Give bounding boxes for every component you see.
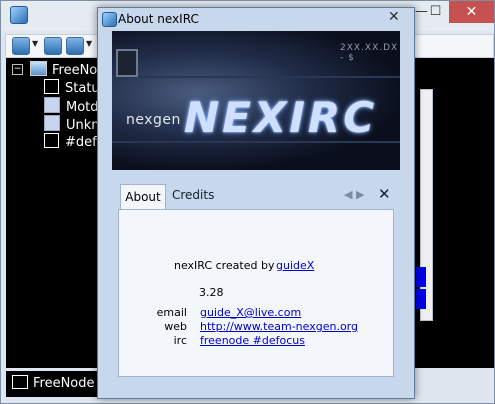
tree-item-motd[interactable]: Motd <box>44 97 99 115</box>
settings-icon[interactable] <box>44 37 62 55</box>
window-icon <box>44 79 59 94</box>
about-content: nexIRC created by guideX 3.28 email guid… <box>118 209 394 377</box>
version-text: 3.28 <box>199 286 224 299</box>
document-icon <box>44 97 60 113</box>
tab-strip: About Credits ◀ ▶ ✕ <box>112 180 400 211</box>
document-icon <box>44 115 60 131</box>
irc-link[interactable]: freenode #defocus <box>200 334 305 347</box>
tab-close-icon[interactable]: ✕ <box>378 185 391 203</box>
irc-label: irc <box>173 334 187 347</box>
app-icon <box>102 12 117 27</box>
tab-prev-icon[interactable]: ◀ <box>344 188 352 201</box>
about-dialog: About nexIRC ✕ 2XX.XX.DX - $ nexgen NEXI… <box>97 7 415 399</box>
tab-scroll-icons[interactable]: ◀ ▶ <box>344 188 364 201</box>
tab-credits[interactable]: Credits <box>172 188 214 202</box>
maximize-button[interactable]: ☐ <box>422 1 449 23</box>
channels-icon[interactable] <box>66 37 84 55</box>
web-link[interactable]: http://www.team-nexgen.org <box>200 320 358 333</box>
author-link[interactable]: guideX <box>276 259 314 272</box>
banner-product: NEXIRC <box>184 93 378 142</box>
tab-next-icon[interactable]: ▶ <box>356 188 364 201</box>
web-label: web <box>164 320 187 333</box>
app-icon <box>10 6 28 24</box>
email-label: email <box>156 306 187 319</box>
nick-highlight <box>416 267 426 287</box>
server-tree: FreeNode Status Motd Unknown #defocus <box>6 58 127 368</box>
connect-dropdown-icon[interactable]: ▼ <box>32 39 38 48</box>
banner-code: 2XX.XX.DX - $ <box>340 43 399 63</box>
email-link[interactable]: guide_X@live.com <box>200 306 301 319</box>
tree-item-label: Motd <box>66 100 99 115</box>
window-icon <box>44 133 59 148</box>
banner-brand: nexgen <box>126 112 181 128</box>
close-button[interactable]: ✕ <box>449 1 494 23</box>
about-banner: 2XX.XX.DX - $ nexgen NEXIRC <box>112 31 400 170</box>
dialog-title: About nexIRC <box>118 12 199 26</box>
created-by-label: nexIRC created by <box>174 259 275 272</box>
nexgen-logo-icon <box>116 49 138 77</box>
network-icon <box>30 61 47 76</box>
window-icon <box>12 375 28 389</box>
dialog-close-button[interactable]: ✕ <box>388 9 400 25</box>
tree-expander-icon[interactable]: − <box>12 64 23 75</box>
status-bar: FreeNode <box>6 371 98 397</box>
channels-dropdown-icon[interactable]: ▼ <box>86 39 92 48</box>
status-bar-label: FreeNode <box>33 376 95 391</box>
connect-icon[interactable] <box>12 37 30 55</box>
nick-highlight <box>416 289 426 309</box>
tab-about[interactable]: About <box>120 184 166 211</box>
